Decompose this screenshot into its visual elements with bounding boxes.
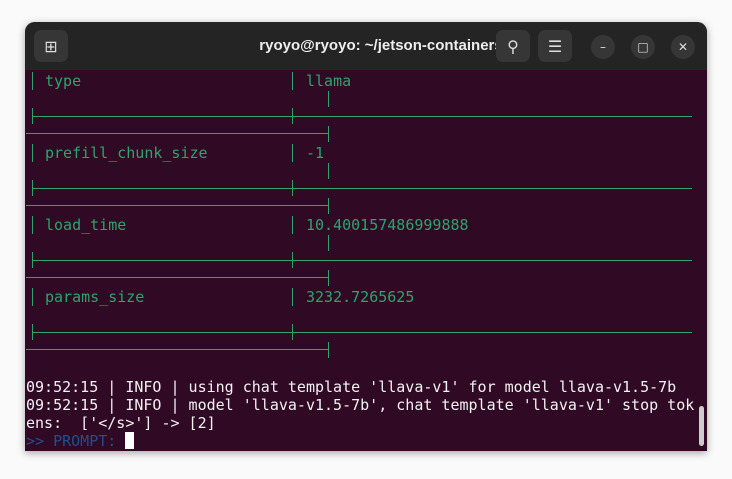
table-key: params_size (45, 288, 145, 306)
table-border (328, 235, 329, 251)
menu-button[interactable]: ☰ (538, 30, 572, 62)
scrollbar[interactable] (699, 406, 704, 446)
table-border (292, 324, 293, 340)
table-border (292, 252, 293, 268)
table-border (292, 144, 293, 162)
table-border (32, 260, 692, 261)
hamburger-icon: ☰ (547, 36, 563, 56)
table-border (26, 277, 329, 278)
table-border (292, 288, 293, 306)
prompt-line[interactable]: >> PROMPT: (26, 432, 135, 450)
table-key: prefill_chunk_size (45, 144, 208, 162)
table-value: 3232.7265625 (306, 288, 415, 306)
table-border (26, 349, 329, 350)
title-bar: ⊞ ryoyo@ryoyo: ~/jetson-containers ⚲ ☰ –… (25, 22, 707, 70)
table-key: load_time (45, 216, 127, 234)
table-border (32, 72, 33, 90)
prompt-label: >> PROMPT: (26, 432, 126, 450)
log-line: ens: ['</s>'] -> [2] (26, 414, 216, 432)
terminal-window: ⊞ ryoyo@ryoyo: ~/jetson-containers ⚲ ☰ –… (25, 22, 707, 451)
minimize-button[interactable]: – (591, 35, 615, 59)
table-border (328, 126, 329, 142)
minimize-icon: – (600, 40, 606, 54)
table-border (32, 144, 33, 162)
maximize-button[interactable]: □ (631, 35, 655, 59)
table-border (32, 332, 692, 333)
log-line: 09:52:15 | INFO | using chat template 'l… (26, 378, 677, 396)
maximize-icon: □ (637, 40, 649, 54)
table-value: -1 (306, 144, 325, 162)
search-button[interactable]: ⚲ (496, 30, 530, 62)
table-key: type (45, 72, 82, 90)
table-border (32, 180, 33, 196)
text-cursor (125, 432, 135, 449)
table-border (26, 133, 329, 134)
table-border (32, 108, 33, 124)
table-border (26, 205, 329, 206)
table-border (292, 180, 293, 196)
table-value: llama (306, 72, 352, 90)
table-border (328, 342, 329, 358)
table-border (328, 198, 329, 214)
terminal-content[interactable]: 09:52:15 | INFO | using chat template 'l… (25, 70, 707, 451)
table-value: 10.400157486999888 (306, 216, 469, 234)
close-button[interactable]: ✕ (671, 35, 695, 59)
table-border (32, 116, 692, 117)
table-border (32, 216, 33, 234)
search-icon: ⚲ (507, 36, 519, 56)
table-border (32, 324, 33, 340)
table-border (328, 163, 329, 179)
table-border (292, 72, 293, 90)
table-border (32, 252, 33, 268)
log-line: 09:52:15 | INFO | model 'llava-v1.5-7b',… (26, 396, 695, 414)
table-border (292, 108, 293, 124)
table-border (32, 288, 33, 306)
table-border (328, 270, 329, 286)
table-border (292, 216, 293, 234)
table-border (328, 91, 329, 107)
table-border (32, 188, 692, 189)
close-icon: ✕ (677, 40, 689, 54)
